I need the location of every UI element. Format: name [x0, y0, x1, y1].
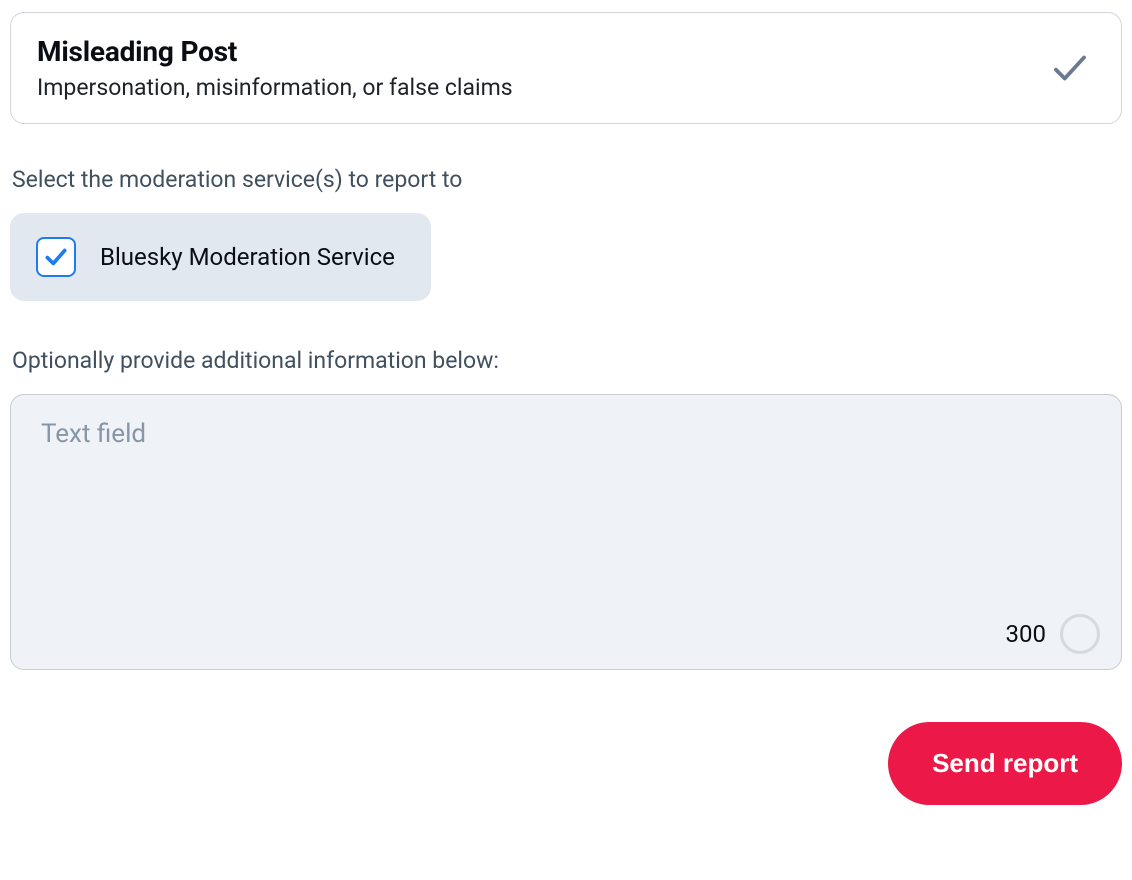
additional-info-input[interactable] — [10, 394, 1122, 670]
char-count-value: 300 — [1006, 620, 1046, 648]
service-checkbox[interactable] — [36, 237, 76, 277]
services-label: Select the moderation service(s) to repo… — [10, 166, 1122, 193]
check-icon — [1049, 47, 1091, 89]
progress-circle-icon — [1060, 614, 1100, 654]
reason-description: Impersonation, misinformation, or false … — [37, 74, 513, 101]
reason-text-group: Misleading Post Impersonation, misinform… — [37, 35, 513, 101]
reason-title: Misleading Post — [37, 35, 513, 68]
char-counter: 300 — [1006, 614, 1100, 654]
footer-actions: Send report — [10, 722, 1122, 805]
report-reason-card[interactable]: Misleading Post Impersonation, misinform… — [10, 12, 1122, 124]
service-name-label: Bluesky Moderation Service — [100, 243, 395, 271]
additional-info-label: Optionally provide additional informatio… — [10, 347, 1122, 374]
send-report-button[interactable]: Send report — [888, 722, 1122, 805]
service-item-bluesky[interactable]: Bluesky Moderation Service — [10, 213, 431, 301]
textarea-container: 300 — [10, 394, 1122, 674]
services-list: Bluesky Moderation Service — [10, 213, 1122, 301]
